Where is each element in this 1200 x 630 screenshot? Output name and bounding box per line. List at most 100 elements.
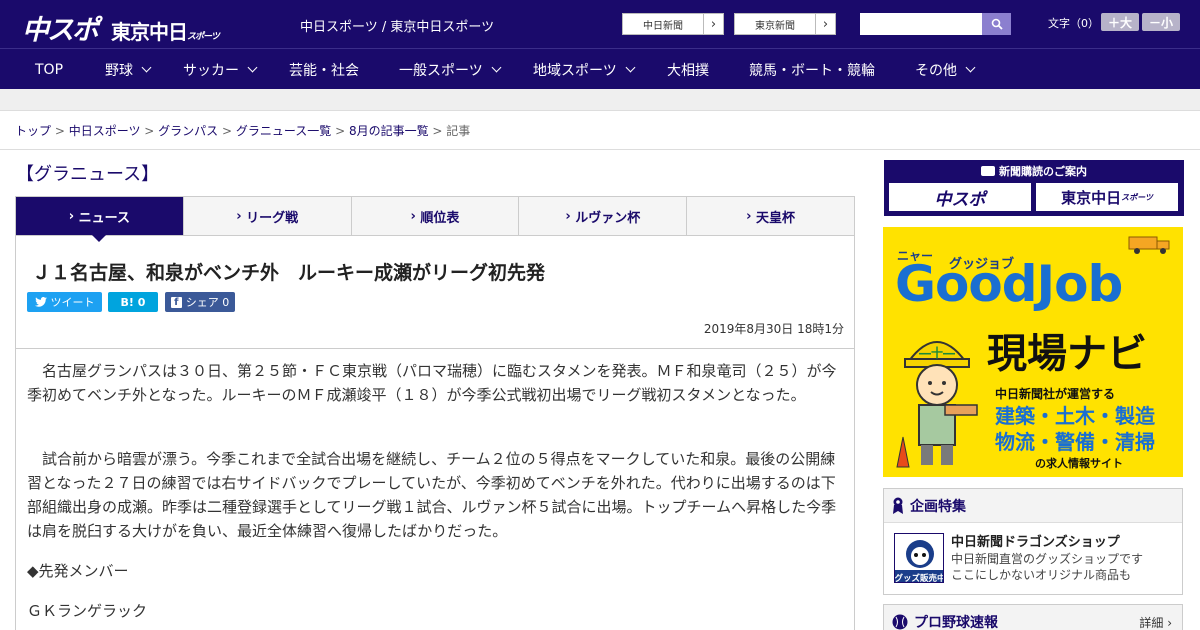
- nav-item-label: 地域スポーツ: [533, 62, 617, 79]
- main-nav: TOP 野球 サッカー 芸能・社会 一般スポーツ 地域スポーツ 大相撲 競馬・ボ…: [0, 48, 1200, 89]
- breadcrumb-separator: >: [140, 124, 159, 138]
- site-name[interactable]: 中日スポーツ / 東京中日スポーツ: [300, 16, 494, 35]
- subscription-banner[interactable]: 新聞購読のご案内 中スポ 東京中日 スポーツ: [884, 160, 1184, 216]
- search-icon: [991, 18, 1003, 30]
- nav-item-baseball[interactable]: 野球: [105, 49, 152, 90]
- breadcrumb-grampus[interactable]: グランパス: [158, 124, 218, 138]
- breadcrumb-gura-news-list[interactable]: グラニュース一覧: [236, 124, 331, 138]
- nav-item-racing[interactable]: 競馬・ボート・競輪: [749, 49, 875, 90]
- subscribe-tokyo-chunichi-logo[interactable]: 東京中日 スポーツ: [1036, 183, 1178, 211]
- font-smaller-button[interactable]: －小: [1142, 13, 1180, 31]
- baseball-panel: プロ野球速報 詳細 ›: [883, 604, 1183, 630]
- tab-emperors-cup[interactable]: › 天皇杯: [687, 197, 854, 235]
- breadcrumb-separator: >: [218, 124, 236, 138]
- chevron-down-icon: [141, 62, 152, 73]
- ad-genba-navi: 現場ナビ: [987, 331, 1147, 377]
- article-headline: Ｊ１名古屋、和泉がベンチ外 ルーキー成瀬がリーグ初先発: [32, 262, 546, 284]
- dragons-shop-title[interactable]: 中日新聞ドラゴンズショップ: [951, 531, 1120, 550]
- dragons-shop-description: 中日新聞直営のグッズショップです ここにしかないオリジナル商品も: [951, 551, 1143, 583]
- facebook-share-label: シェア 0: [185, 296, 230, 309]
- breadcrumb-chunichi-sports[interactable]: 中日スポーツ: [69, 124, 141, 138]
- breadcrumb-august-list[interactable]: 8月の記事一覧: [349, 124, 429, 138]
- tokyo-shimbun-label: 東京新聞: [755, 20, 795, 32]
- shop-badge-text: グッズ販売中: [895, 573, 944, 583]
- facebook-share-button[interactable]: f シェア 0: [165, 292, 235, 312]
- subscribe-tokyo-chunichi-text: 東京中日: [1061, 188, 1122, 207]
- nav-item-label: 一般スポーツ: [399, 62, 483, 79]
- nav-item-label: 大相撲: [667, 62, 709, 79]
- ad-goodjob-logo: GoodJob: [895, 255, 1123, 313]
- font-larger-button[interactable]: ＋大: [1101, 13, 1139, 31]
- chunichi-shimbun-link[interactable]: 中日新聞 ›: [622, 13, 724, 35]
- dragons-mascot-icon: グッズ販売中: [895, 540, 944, 583]
- article-body: 名古屋グランパスは３０日、第２５節・ＦＣ東京戦（パロマ瑞穂）に臨むスタメンを発表…: [15, 349, 855, 630]
- tokyo-chunichi-logo-small: スポーツ: [187, 32, 220, 42]
- hatena-bookmark-button[interactable]: B! 0: [108, 292, 158, 312]
- baseball-panel-header: プロ野球速報 詳細 ›: [884, 605, 1182, 630]
- section-title: 【グラニュース】: [16, 164, 160, 185]
- ad-job-categories: 建築・土木・製造 物流・警備・清掃: [995, 403, 1155, 455]
- breadcrumb-separator: >: [331, 124, 349, 138]
- tweet-label: ツイート: [50, 296, 95, 309]
- nav-item-label: 競馬・ボート・競輪: [749, 62, 875, 79]
- chevron-right-icon: ›: [236, 208, 247, 224]
- tab-league[interactable]: › リーグ戦: [184, 197, 352, 235]
- tab-label: 天皇杯: [756, 210, 796, 226]
- baseball-icon: [892, 614, 908, 629]
- tab-levain-cup[interactable]: › ルヴァン杯: [519, 197, 688, 235]
- subscribe-tokyo-chunichi-small: スポーツ: [1121, 192, 1153, 202]
- nav-item-entertainment[interactable]: 芸能・社会: [289, 49, 359, 90]
- nav-item-local-sports[interactable]: 地域スポーツ: [533, 49, 636, 90]
- tab-standings[interactable]: › 順位表: [352, 197, 520, 235]
- subscribe-chuspo-logo[interactable]: 中スポ: [889, 183, 1031, 211]
- tweet-button[interactable]: ツイート: [27, 292, 102, 312]
- tokyo-chunichi-logo-text: 東京中日: [111, 20, 188, 44]
- svg-text:―十―: ―十―: [919, 345, 955, 360]
- ad-job-line: 建築・土木・製造: [995, 404, 1155, 428]
- tab-news[interactable]: › ニュース: [16, 197, 184, 242]
- nav-item-top[interactable]: TOP: [35, 49, 63, 90]
- nav-item-label: TOP: [35, 61, 64, 78]
- breadcrumb-top[interactable]: トップ: [15, 124, 51, 138]
- feature-panel: 企画特集 グッズ販売中 中日新聞ドラゴンズショップ 中日新聞直営のグッズショップ…: [883, 488, 1183, 595]
- search-button[interactable]: [982, 13, 1011, 35]
- nav-item-label: 野球: [105, 62, 133, 79]
- shop-desc-line: 中日新聞直営のグッズショップです: [951, 552, 1144, 566]
- truck-icon: [1128, 236, 1170, 254]
- subscription-heading-text: 新聞購読のご案内: [999, 165, 1087, 178]
- chuspo-logo[interactable]: 中スポ: [22, 8, 99, 47]
- feature-heading: 企画特集: [910, 498, 966, 515]
- breadcrumb-separator: >: [428, 124, 447, 138]
- tab-label: リーグ戦: [246, 210, 299, 226]
- ribbon-icon: [893, 497, 903, 514]
- article-date: 2019年8月30日 18時1分: [703, 322, 844, 336]
- twitter-bird-icon: [34, 297, 47, 307]
- goodjob-ad-banner[interactable]: ニャー グッジョブ GoodJob ―十― 現場ナビ 中日新聞社が運営する 建築…: [883, 227, 1183, 477]
- subscription-heading: 新聞購読のご案内: [884, 163, 1184, 179]
- search-input[interactable]: [860, 13, 982, 35]
- shop-desc-line: ここにしかないオリジナル商品も: [951, 568, 1132, 582]
- chevron-down-icon: [491, 62, 502, 73]
- chevron-right-icon: ›: [815, 14, 835, 34]
- ad-subtitle: 中日新聞社が運営する: [995, 387, 1116, 401]
- ad-footer: の求人情報サイト: [1035, 457, 1123, 470]
- chevron-right-icon: ›: [410, 208, 421, 224]
- nav-item-label: サッカー: [183, 62, 239, 79]
- tab-label: ルヴァン杯: [575, 210, 641, 226]
- dragons-shop-thumbnail[interactable]: グッズ販売中: [894, 533, 944, 583]
- nav-item-general-sports[interactable]: 一般スポーツ: [399, 49, 502, 90]
- tokyo-shimbun-link[interactable]: 東京新聞 ›: [734, 13, 836, 35]
- nav-item-other[interactable]: その他: [915, 49, 976, 90]
- nav-item-soccer[interactable]: サッカー: [183, 49, 258, 90]
- chevron-down-icon: [247, 62, 258, 73]
- newspaper-icon: [981, 166, 995, 176]
- tokyo-chunichi-logo[interactable]: 東京中日スポーツ: [111, 16, 220, 45]
- hatena-label: B! 0: [120, 295, 146, 309]
- chevron-down-icon: [625, 62, 636, 73]
- category-tabs: › ニュース › リーグ戦 › 順位表 › ルヴァン杯 › 天皇杯: [15, 196, 855, 242]
- tab-label: ニュース: [78, 210, 131, 226]
- nav-item-label: 芸能・社会: [289, 62, 359, 79]
- nav-item-sumo[interactable]: 大相撲: [667, 49, 709, 90]
- baseball-detail-link[interactable]: 詳細 ›: [1139, 614, 1172, 630]
- site-logo[interactable]: 中スポ 東京中日スポーツ: [22, 8, 220, 47]
